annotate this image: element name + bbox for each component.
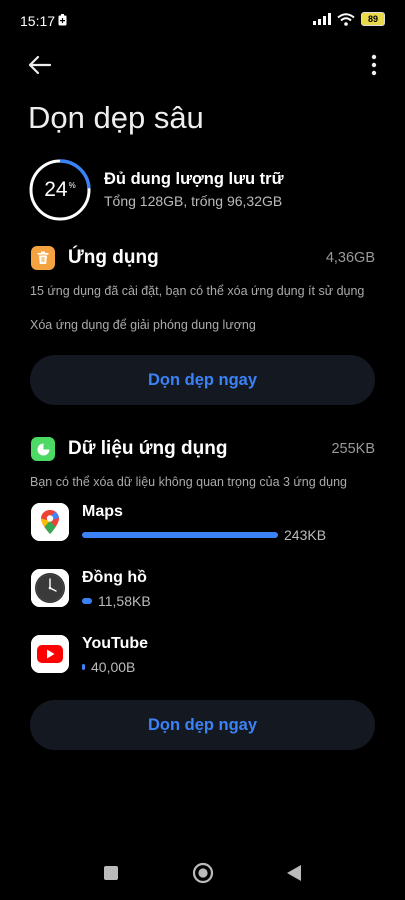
app-data-row-maps[interactable]: Maps 243KB — [0, 500, 405, 556]
more-options-icon[interactable] — [369, 52, 379, 78]
usage-bar — [82, 532, 278, 538]
signal-icon — [313, 13, 331, 25]
wifi-icon — [337, 12, 355, 26]
apps-section-hint: Xóa ứng dụng để giải phóng dung lượng — [30, 318, 256, 332]
clean-app-data-button[interactable]: Dọn dẹp ngay — [30, 700, 375, 750]
back-arrow-icon[interactable] — [24, 50, 54, 80]
clean-apps-button[interactable]: Dọn dẹp ngay — [30, 355, 375, 405]
storage-percent-value: 24 — [44, 178, 68, 201]
apps-section-size: 4,36GB — [325, 250, 375, 266]
app-data-size: 243KB — [284, 527, 327, 543]
app-data-section-title: Dữ liệu ứng dụng — [68, 438, 228, 459]
home-button[interactable] — [192, 862, 214, 884]
app-data-section-description: Bạn có thể xóa dữ liệu không quan trọng … — [30, 475, 347, 489]
storage-percent-sign: % — [68, 180, 76, 190]
page-title: Dọn dẹp sâu — [28, 100, 204, 135]
apps-section-title: Ứng dụng — [68, 247, 159, 268]
status-icons: 89 — [313, 12, 385, 26]
google-maps-icon — [31, 503, 69, 541]
app-data-size: 11,58KB — [98, 593, 151, 609]
clock-icon — [31, 569, 69, 607]
pie-chart-icon — [31, 437, 55, 461]
app-data-section-size: 255KB — [331, 441, 375, 457]
storage-percent: 24% — [28, 158, 92, 222]
storage-status-subtitle: Tổng 128GB, trống 96,32GB — [104, 193, 283, 209]
nav-back-button[interactable] — [286, 864, 302, 882]
apps-section-description: 15 ứng dụng đã cài đặt, bạn có thể xóa ứ… — [30, 284, 365, 298]
status-time: 15:17 — [20, 13, 56, 29]
usage-bar — [82, 664, 85, 670]
battery-indicator: 89 — [361, 12, 385, 26]
app-data-row-youtube[interactable]: YouTube 40,00B — [0, 632, 405, 688]
app-data-size: 40,00B — [91, 659, 136, 675]
recent-apps-button[interactable] — [104, 866, 118, 880]
trash-icon — [31, 246, 55, 270]
youtube-icon — [31, 635, 69, 673]
storage-status-title: Đủ dung lượng lưu trữ — [104, 170, 284, 188]
app-name: Đồng hồ — [82, 569, 147, 586]
app-name: YouTube — [82, 635, 149, 652]
usage-bar — [82, 598, 92, 604]
battery-saver-icon — [58, 14, 67, 26]
app-name: Maps — [82, 503, 123, 520]
app-data-row-clock[interactable]: Đồng hồ 11,58KB — [0, 566, 405, 622]
